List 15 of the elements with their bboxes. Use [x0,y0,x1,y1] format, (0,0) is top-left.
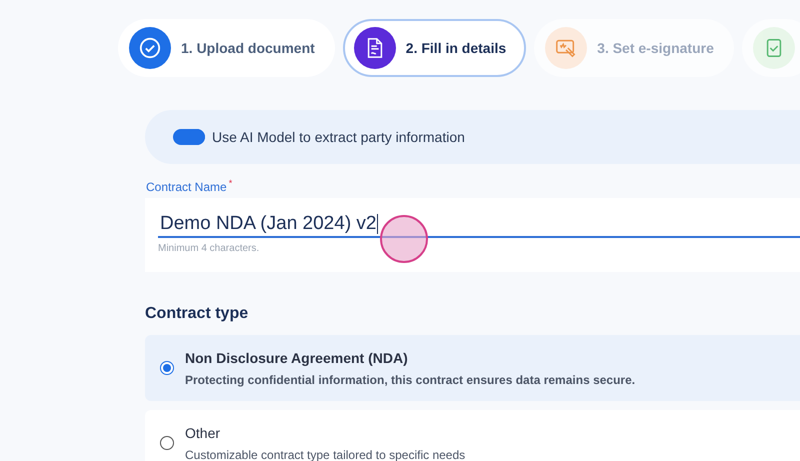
option-description: Protecting confidential information, this contract ensures data remains secure. [185,372,636,388]
required-mark: * [228,178,232,188]
contract-type-heading: Contract type [145,304,250,324]
ai-toggle-label: Use AI Model to extract party information [212,128,465,147]
option-description: Customizable contract type tailored to specific needs [185,446,466,461]
option-title: Non Disclosure Agreement (NDA) [185,348,409,368]
step-tab[interactable]: 2. Fill in details [342,19,526,77]
contract-type-option[interactable]: Other Customizable contract type tailored to specific needs [145,410,800,461]
contract-type-option[interactable]: Non Disclosure Agreement (NDA) Protecting confidential information, this contract ensures data remains secure. [145,335,800,401]
contract-name-hint: Minimum 4 characters. [158,242,260,256]
contract-name-label: Contract Name [145,179,227,196]
option-title: Other [185,424,222,442]
step-tab[interactable]: 1. Upload document [118,19,335,77]
contract-name-value: Demo NDA (Jan 2024) v2 [159,212,376,236]
contract-name-field[interactable]: Demo NDA (Jan 2024) v2 [158,212,800,238]
